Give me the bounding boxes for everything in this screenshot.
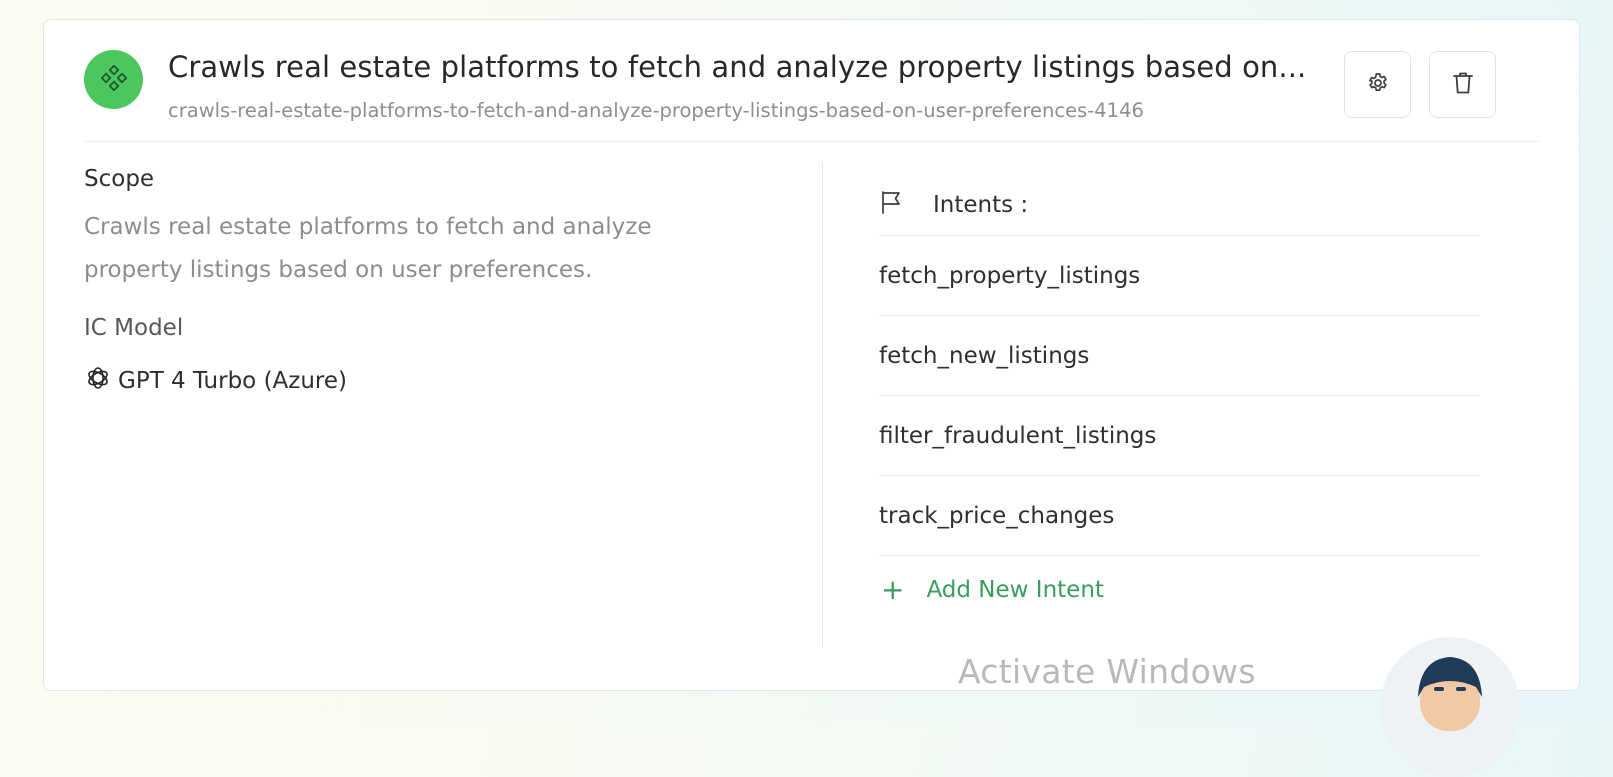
openai-icon xyxy=(84,364,118,398)
scope-description: Crawls real estate platforms to fetch an… xyxy=(84,214,652,283)
ic-model-name: GPT 4 Turbo (Azure) xyxy=(118,368,348,394)
agent-avatar xyxy=(84,50,143,109)
add-new-intent-label: Add New Intent xyxy=(926,577,1104,603)
intent-item[interactable]: fetch_property_listings xyxy=(879,235,1479,315)
trash-icon xyxy=(1451,70,1475,100)
intents-header: Intents : xyxy=(879,189,1028,221)
intent-name: fetch_property_listings xyxy=(879,262,1141,289)
flag-icon xyxy=(879,189,933,221)
diamond-nodes-icon xyxy=(99,63,128,95)
ic-model-value: GPT 4 Turbo (Azure) xyxy=(84,364,347,398)
agent-slug: crawls-real-estate-platforms-to-fetch-an… xyxy=(168,99,1144,122)
plus-icon: + xyxy=(881,573,905,606)
ic-model-label: IC Model xyxy=(84,315,184,341)
intent-item[interactable]: fetch_new_listings xyxy=(879,315,1479,395)
column-divider xyxy=(822,162,823,647)
settings-button[interactable] xyxy=(1344,51,1411,118)
scope-label: Scope xyxy=(84,166,155,192)
agent-title: Crawls real estate platforms to fetch an… xyxy=(168,50,1307,84)
agent-card: Crawls real estate platforms to fetch an… xyxy=(43,19,1580,691)
activate-windows-watermark: Activate Windows xyxy=(958,652,1256,691)
support-avatar[interactable] xyxy=(1380,637,1520,777)
header-divider xyxy=(84,141,1539,142)
intent-name: track_price_changes xyxy=(879,502,1115,529)
intent-item[interactable]: filter_fraudulent_listings xyxy=(879,395,1479,475)
intent-name: filter_fraudulent_listings xyxy=(879,422,1157,449)
gear-icon xyxy=(1366,71,1390,99)
delete-button[interactable] xyxy=(1429,51,1496,118)
add-new-intent-button[interactable]: + Add New Intent xyxy=(879,555,1479,604)
intent-name: fetch_new_listings xyxy=(879,342,1090,369)
intent-item[interactable]: track_price_changes xyxy=(879,475,1479,555)
intents-label: Intents : xyxy=(933,192,1029,218)
